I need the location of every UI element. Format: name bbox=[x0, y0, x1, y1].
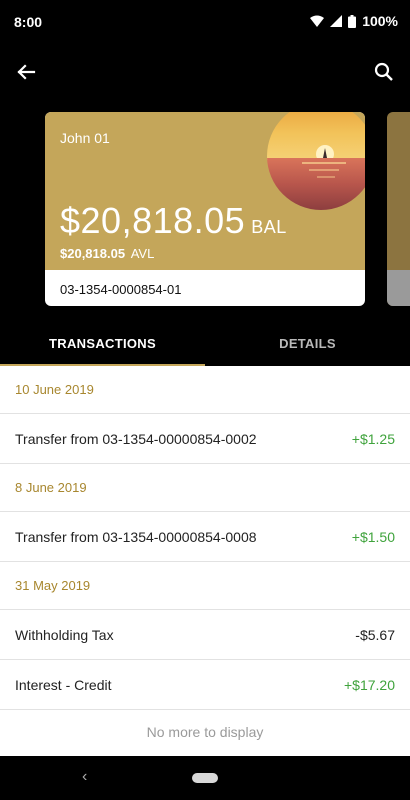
search-button[interactable] bbox=[370, 58, 398, 86]
search-icon bbox=[374, 62, 393, 81]
next-account-card[interactable] bbox=[387, 112, 410, 306]
card-holder-name: John 01 bbox=[60, 130, 110, 146]
status-icons: 100% bbox=[310, 13, 398, 29]
nav-back-icon[interactable]: ‹ bbox=[82, 768, 87, 786]
app-bar bbox=[0, 48, 410, 96]
card-balance: $20,818.05 BAL bbox=[60, 200, 287, 242]
next-card-footer bbox=[387, 270, 410, 306]
tab-details[interactable]: DETAILS bbox=[205, 324, 410, 366]
transaction-amount: +$1.25 bbox=[351, 430, 395, 447]
transaction-row[interactable]: Transfer from 03-1354-00000854-0008 +$1.… bbox=[0, 512, 410, 562]
account-card[interactable]: John 01 $20,818.05 BAL $20,818.05 AVL 03-… bbox=[45, 112, 365, 306]
arrow-left-icon bbox=[17, 64, 36, 80]
transaction-row[interactable]: Withholding Tax -$5.67 bbox=[0, 610, 410, 660]
transaction-row[interactable]: Interest - Credit +$17.20 bbox=[0, 660, 410, 710]
transaction-description: Withholding Tax bbox=[15, 626, 114, 643]
tab-bar: TRANSACTIONS DETAILS bbox=[0, 324, 410, 366]
card-photo bbox=[267, 112, 365, 210]
card-header: John 01 $20,818.05 BAL $20,818.05 AVL bbox=[45, 112, 365, 270]
transaction-list[interactable]: 10 June 2019 Transfer from 03-1354-00000… bbox=[0, 366, 410, 756]
transaction-amount: -$5.67 bbox=[355, 626, 395, 643]
balance-label: BAL bbox=[251, 217, 287, 237]
transaction-amount: +$1.50 bbox=[351, 528, 395, 545]
transaction-description: Transfer from 03-1354-00000854-0002 bbox=[15, 430, 257, 447]
battery-icon bbox=[348, 14, 357, 28]
date-header: 31 May 2019 bbox=[0, 562, 410, 610]
date-header: 8 June 2019 bbox=[0, 464, 410, 512]
available-label: AVL bbox=[130, 246, 155, 261]
battery-percent: 100% bbox=[362, 13, 398, 29]
transaction-row[interactable]: Transfer from 03-1354-00000854-0002 +$1.… bbox=[0, 414, 410, 464]
status-time: 8:00 bbox=[14, 14, 43, 30]
transaction-description: Interest - Credit bbox=[15, 676, 112, 693]
signal-icon bbox=[330, 15, 343, 27]
card-account-number: 03-1354-0000854-01 bbox=[60, 282, 182, 297]
card-available: $20,818.05 AVL bbox=[60, 246, 154, 261]
date-header: 10 June 2019 bbox=[0, 366, 410, 414]
transaction-amount: +$17.20 bbox=[344, 676, 395, 693]
available-value: $20,818.05 bbox=[60, 246, 126, 261]
status-bar: 8:00 100% bbox=[0, 0, 410, 44]
wifi-icon bbox=[310, 15, 325, 27]
no-more-message: No more to display bbox=[146, 724, 264, 740]
back-button[interactable] bbox=[12, 58, 40, 86]
nav-home-pill[interactable] bbox=[192, 773, 218, 783]
transaction-description: Transfer from 03-1354-00000854-0008 bbox=[15, 528, 257, 545]
tab-transactions[interactable]: TRANSACTIONS bbox=[0, 324, 205, 366]
system-nav-bar: ‹ bbox=[0, 756, 410, 800]
balance-value: $20,818.05 bbox=[60, 200, 246, 241]
